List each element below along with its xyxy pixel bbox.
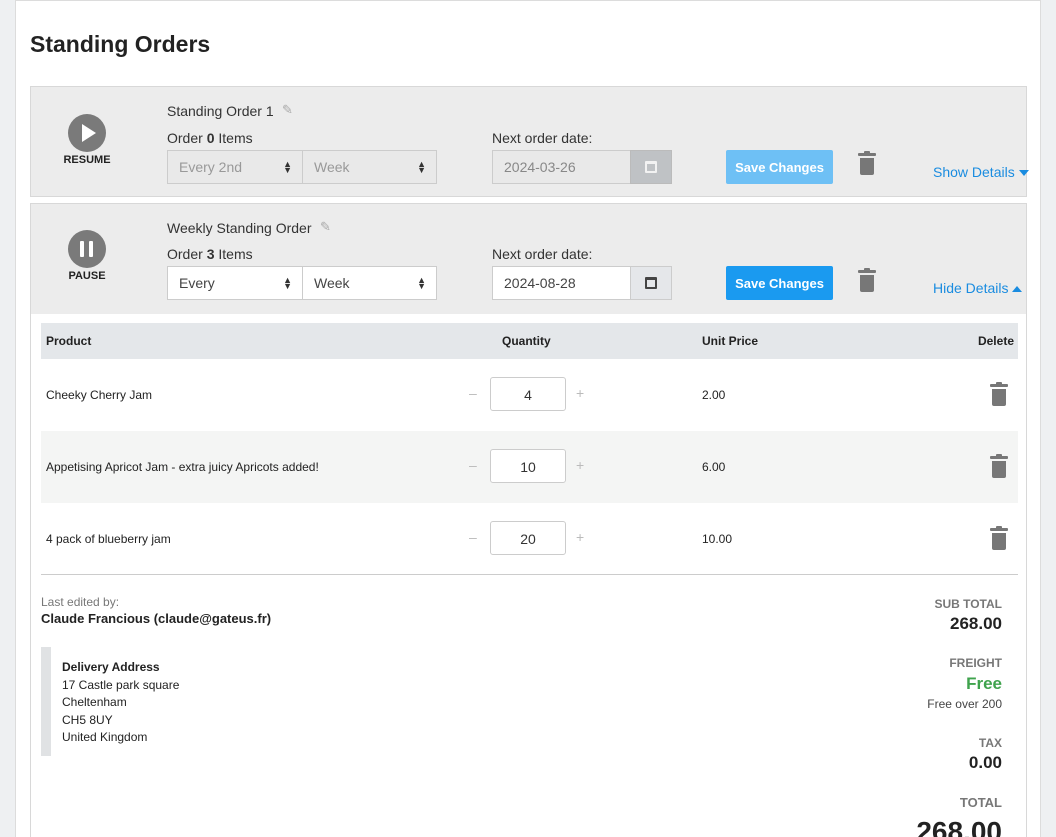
col-unit-price: Unit Price — [702, 334, 759, 348]
frequency-select[interactable]: Every ▲ ▼ — [167, 266, 303, 300]
freight-note: Free over 200 — [927, 697, 1002, 711]
standing-order-card: RESUME Standing Order 1 ✎ Order 0 Items … — [30, 86, 1029, 197]
col-quantity: Quantity — [502, 334, 551, 348]
increment-button[interactable]: + — [576, 529, 584, 545]
pencil-icon[interactable]: ✎ — [320, 219, 331, 235]
trash-icon[interactable] — [858, 268, 876, 292]
caret-up-icon — [1012, 286, 1023, 293]
last-edited-label: Last edited by: — [41, 595, 120, 609]
order-details: Product Quantity Unit Price Delete Cheek… — [31, 314, 1026, 837]
next-order-date-label: Next order date: — [492, 246, 593, 262]
next-order-date-label: Next order date: — [492, 130, 593, 146]
next-order-date-input[interactable]: 2024-03-26 — [492, 150, 672, 184]
pause-button[interactable] — [68, 230, 106, 268]
select-arrows-icon: ▲ ▼ — [417, 275, 426, 291]
hide-details-link[interactable]: Hide Details — [933, 280, 1023, 296]
tax-value: 0.00 — [968, 753, 1002, 772]
show-details-link[interactable]: Show Details — [933, 164, 1029, 180]
total-value: 268.00 — [916, 816, 1002, 837]
caret-down-icon — [1018, 170, 1029, 177]
address-line: Cheltenham — [62, 695, 127, 709]
quantity-input[interactable]: 10 — [490, 449, 566, 483]
trash-icon[interactable] — [990, 382, 1008, 406]
period-select[interactable]: Week ▲ ▼ — [302, 266, 437, 300]
freight-block: FREIGHT Free Free over 200 — [927, 656, 1002, 711]
unit-price: 2.00 — [702, 388, 726, 402]
play-icon — [82, 124, 96, 142]
order-header: PAUSE Weekly Standing Order ✎ Order 3 It… — [31, 204, 1026, 314]
select-arrows-icon: ▲ ▼ — [283, 159, 292, 175]
delivery-address-heading: Delivery Address — [62, 660, 160, 674]
decrement-button[interactable]: – — [469, 457, 477, 473]
calendar-icon — [645, 277, 657, 289]
subtotal-value: 268.00 — [950, 614, 1002, 633]
page-title: Standing Orders — [30, 31, 211, 57]
subtotal-label: SUB TOTAL — [934, 597, 1002, 611]
unit-price: 10.00 — [702, 532, 733, 546]
save-changes-button[interactable]: Save Changes — [726, 266, 833, 300]
product-name: Appetising Apricot Jam - extra juicy Apr… — [46, 460, 319, 474]
calendar-icon — [645, 161, 657, 173]
freight-value: Free — [966, 674, 1002, 693]
divider — [41, 574, 1018, 575]
pause-icon — [80, 241, 84, 257]
page-container: Standing Orders RESUME Standing Order 1 … — [15, 0, 1041, 837]
period-select[interactable]: Week ▲ ▼ — [302, 150, 437, 184]
table-header: Product Quantity Unit Price Delete — [41, 323, 1018, 359]
tax-label: TAX — [978, 736, 1002, 750]
order-item-count: Order 3 Items — [167, 246, 253, 262]
tax-block: TAX 0.00 — [969, 736, 1002, 773]
subtotal-block: SUB TOTAL 268.00 — [934, 597, 1002, 634]
trash-icon[interactable] — [990, 454, 1008, 478]
delivery-address: Delivery Address 17 Castle park square C… — [41, 647, 341, 756]
pause-label: PAUSE — [68, 270, 106, 282]
table-row: 4 pack of blueberry jam – 20 + 10.00 — [41, 503, 1018, 575]
resume-button[interactable] — [68, 114, 106, 152]
last-edited-by: Claude Francious (claude@gateus.fr) — [41, 611, 272, 626]
trash-icon[interactable] — [990, 526, 1008, 550]
address-line: CH5 8UY — [62, 712, 113, 727]
table-row: Appetising Apricot Jam - extra juicy Apr… — [41, 431, 1018, 503]
order-name: Weekly Standing Order — [167, 220, 312, 236]
order-name: Standing Order 1 — [167, 103, 274, 119]
pencil-icon[interactable]: ✎ — [282, 102, 293, 118]
increment-button[interactable]: + — [576, 457, 584, 473]
frequency-select[interactable]: Every 2nd ▲ ▼ — [167, 150, 303, 184]
total-label: TOTAL — [959, 795, 1002, 810]
quantity-input[interactable]: 20 — [490, 521, 566, 555]
col-product: Product — [46, 334, 92, 348]
total-block: TOTAL 268.00 — [916, 795, 1002, 837]
calendar-button[interactable] — [630, 150, 672, 184]
freight-label: FREIGHT — [949, 656, 1002, 670]
calendar-button[interactable] — [630, 266, 672, 300]
select-arrows-icon: ▲ ▼ — [417, 159, 426, 175]
product-name: Cheeky Cherry Jam — [46, 388, 153, 402]
order-item-count: Order 0 Items — [167, 130, 253, 146]
next-order-date-input[interactable]: 2024-08-28 — [492, 266, 672, 300]
unit-price: 6.00 — [702, 460, 726, 474]
decrement-button[interactable]: – — [469, 529, 477, 545]
quantity-input[interactable]: 4 — [490, 377, 566, 411]
product-name: 4 pack of blueberry jam — [46, 532, 171, 546]
increment-button[interactable]: + — [576, 385, 584, 401]
trash-icon[interactable] — [858, 151, 876, 175]
select-arrows-icon: ▲ ▼ — [283, 275, 292, 291]
standing-order-card: PAUSE Weekly Standing Order ✎ Order 3 It… — [30, 203, 1027, 837]
resume-label: RESUME — [63, 154, 111, 166]
address-line: 17 Castle park square — [62, 677, 180, 692]
address-line: United Kingdom — [62, 730, 148, 744]
save-changes-button[interactable]: Save Changes — [726, 150, 833, 184]
col-delete: Delete — [977, 334, 1014, 348]
table-row: Cheeky Cherry Jam – 4 + 2.00 — [41, 359, 1018, 431]
decrement-button[interactable]: – — [469, 385, 477, 401]
